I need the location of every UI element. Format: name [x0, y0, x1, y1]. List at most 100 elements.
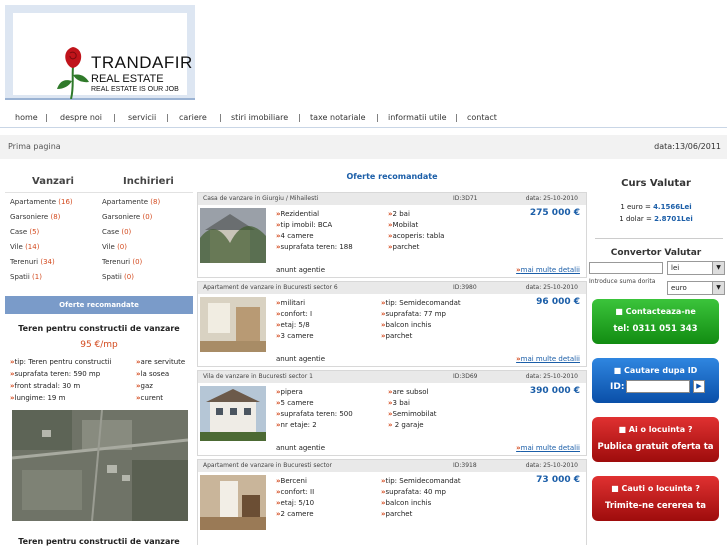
listing-feature: »suprafata: 40 mp: [381, 488, 446, 496]
feature-text: suprafata: 77 mp: [385, 310, 446, 318]
more-details-link[interactable]: »mai multe detalii: [516, 355, 580, 363]
feature-text: balcon inchis: [385, 321, 432, 329]
feature-text: Semimobilat: [392, 410, 437, 418]
send-request-question: Cauti o locuinta ?: [621, 484, 700, 493]
breadcrumb[interactable]: Prima pagina: [8, 142, 61, 151]
interior-photo-image: [200, 297, 266, 352]
feature-text: curent: [140, 394, 164, 402]
listing-photo[interactable]: [200, 297, 266, 352]
vanzari-vile-link[interactable]: Vile (14): [10, 243, 39, 251]
id-search-input[interactable]: [626, 380, 690, 393]
vanzari-apartamente-link[interactable]: Apartamente (16): [10, 198, 73, 206]
inchirieri-case-link[interactable]: Case (0): [102, 228, 131, 236]
inchirieri-garsoniere-link[interactable]: Garsoniere (0): [102, 213, 152, 221]
listing-photo[interactable]: [200, 386, 266, 441]
vanzari-case-link[interactable]: Case (5): [10, 228, 39, 236]
send-request-button[interactable]: ■ Cauti o locuinta ? Trimite-ne cererea …: [592, 476, 719, 521]
category-count: (1): [32, 273, 42, 281]
promo-title[interactable]: Teren pentru constructii de vanzare: [5, 324, 193, 333]
listing-photo[interactable]: [200, 475, 266, 530]
listing-price: 96 000 €: [536, 297, 580, 307]
vanzari-terenuri-link[interactable]: Terenuri (34): [10, 258, 55, 266]
inchirieri-spatii-link[interactable]: Spatii (0): [102, 273, 134, 281]
nav-stiri-imobiliare[interactable]: stiri imobiliare: [231, 113, 288, 122]
listing-card: Apartament de vanzare in Bucuresti secto…: [197, 281, 587, 367]
feature-text: suprafata: 40 mp: [385, 488, 446, 496]
contact-button[interactable]: ■ Contacteaza-ne tel: 0311 051 343: [592, 299, 719, 344]
listing-header: Apartament de vanzare in Bucuresti secto…: [198, 460, 586, 472]
nav-taxe-notariale[interactable]: taxe notariale: [310, 113, 366, 122]
nav-contact[interactable]: contact: [467, 113, 497, 122]
nav-home[interactable]: home: [15, 113, 38, 122]
listing-feature: »etaj: 5/8: [276, 321, 310, 329]
nav-servicii[interactable]: servicii: [128, 113, 156, 122]
listing-feature: »confort: II: [276, 488, 315, 496]
feature-text: 3 bai: [392, 399, 410, 407]
nav-cariere[interactable]: cariere: [179, 113, 207, 122]
feature-text: tip: Teren pentru constructii: [14, 358, 112, 366]
listing-title[interactable]: Casa de vanzare in Giurgiu / Mihailesti: [203, 195, 318, 202]
currency-converter-heading: Convertor Valutar: [610, 248, 702, 258]
nav-separator: |: [298, 113, 301, 122]
nav-separator: |: [166, 113, 169, 122]
listing-feature: »tip: Semidecomandat: [381, 477, 461, 485]
nav-informatii-utile[interactable]: informatii utile: [388, 113, 447, 122]
feature-text: parchet: [385, 510, 413, 518]
listing-title[interactable]: Apartament de vanzare in Bucuresti secto…: [203, 284, 338, 291]
listing-photo[interactable]: [200, 208, 266, 263]
nav-despre-noi[interactable]: despre noi: [60, 113, 102, 122]
main-nav: home | despre noi | servicii | cariere |…: [0, 110, 727, 128]
category-count: (0): [121, 228, 132, 236]
listing-feature: »Rezidential: [276, 210, 320, 218]
feature-text: la sosea: [140, 370, 170, 378]
feature-text: balcon inchis: [385, 499, 432, 507]
villa-photo-image: [200, 386, 266, 441]
to-currency-select[interactable]: euro ▼: [667, 281, 725, 295]
inchirieri-apartamente-link[interactable]: Apartamente (8): [102, 198, 160, 206]
listing-id: ID:3918: [453, 462, 477, 469]
listing-feature: »Semimobilat: [388, 410, 437, 418]
nav-separator: |: [376, 113, 379, 122]
divider: [595, 238, 723, 239]
rose-logo-icon: [57, 47, 89, 99]
euro-rate-value: 4.1566Lei: [653, 203, 692, 211]
category-label: Apartamente: [102, 198, 149, 206]
more-details-link[interactable]: »mai multe detalii: [516, 266, 580, 274]
inchirieri-terenuri-link[interactable]: Terenuri (0): [102, 258, 142, 266]
amount-input[interactable]: [589, 262, 663, 274]
search-go-arrow-icon[interactable]: ▶: [693, 380, 705, 393]
from-currency-select[interactable]: lei ▼: [667, 261, 725, 275]
listing-feature: »2 camere: [276, 510, 314, 518]
inchirieri-vile-link[interactable]: Vile (0): [102, 243, 127, 251]
promo-aerial-photo[interactable]: [12, 410, 188, 521]
listing-feature: »parchet: [388, 243, 420, 251]
category-label: Vile: [102, 243, 115, 251]
aerial-image: [12, 410, 188, 521]
listing-card: Apartament de vanzare in Bucuresti secto…: [197, 459, 587, 545]
feature-text: suprafata teren: 500: [280, 410, 353, 418]
feature-text: suprafata teren: 188: [280, 243, 353, 251]
publish-offer-question: Ai o locuinta ?: [628, 425, 693, 434]
listing-title[interactable]: Vila de vanzare in Bucuresti sector 1: [203, 373, 313, 380]
more-details-link[interactable]: »mai multe detalii: [516, 444, 580, 452]
listing-card: Casa de vanzare in Giurgiu / Mihailesti …: [197, 192, 587, 278]
category-count: (34): [40, 258, 55, 266]
feature-text: pipera: [280, 388, 303, 396]
vanzari-spatii-link[interactable]: Spatii (1): [10, 273, 42, 281]
logo-subtitle: REAL ESTATE: [91, 73, 164, 85]
promo-feature: »are servitute: [136, 358, 186, 366]
category-count: (0): [132, 258, 143, 266]
feature-text: 5 camere: [280, 399, 314, 407]
listing-title[interactable]: Apartament de vanzare in Bucuresti secto…: [203, 462, 332, 469]
listing-header: Apartament de vanzare in Bucuresti secto…: [198, 282, 586, 294]
listing-feature: »4 camere: [276, 232, 314, 240]
contact-phone: tel: 0311 051 343: [613, 324, 698, 334]
euro-rate: 1 euro = 4.1566Lei: [589, 203, 723, 211]
vanzari-garsoniere-link[interactable]: Garsoniere (8): [10, 213, 60, 221]
category-label: Garsoniere: [102, 213, 141, 221]
publish-offer-button[interactable]: ■ Ai o locuinta ? Publica gratuit oferta…: [592, 417, 719, 462]
listing-id: ID:3D69: [453, 373, 478, 380]
logo-banner[interactable]: TRANDAFIR REAL ESTATE REAL ESTATE IS OUR…: [5, 5, 195, 100]
to-currency-value: euro: [671, 284, 687, 292]
nav-separator: |: [219, 113, 222, 122]
